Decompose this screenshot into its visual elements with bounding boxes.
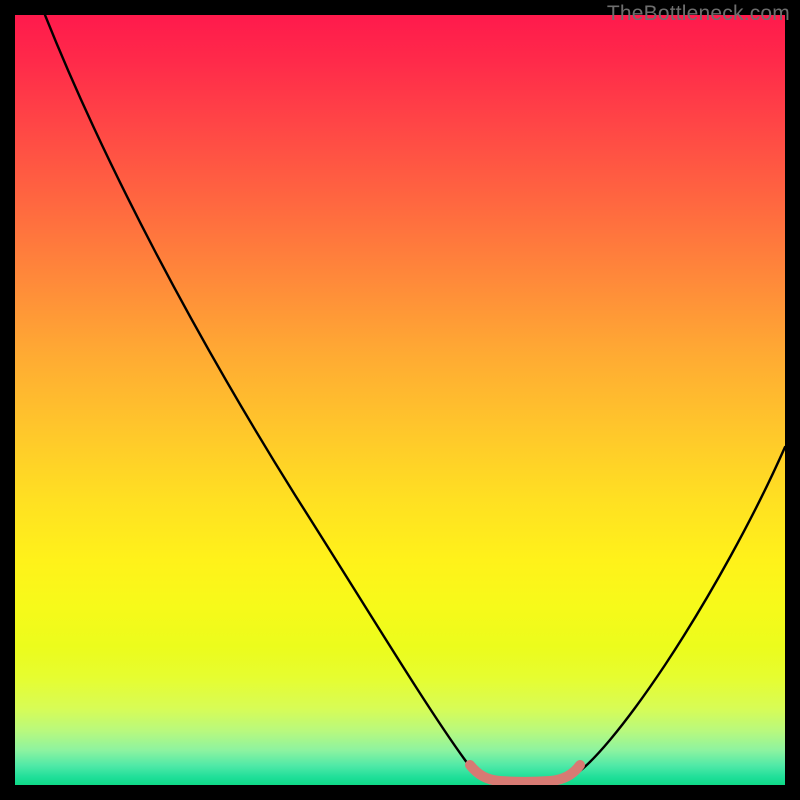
chart-stage: TheBottleneck.com xyxy=(0,0,800,800)
right-curve xyxy=(571,447,785,777)
valley-highlight xyxy=(470,765,580,782)
plot-area xyxy=(15,15,785,785)
curve-layer xyxy=(15,15,785,785)
watermark-text: TheBottleneck.com xyxy=(607,2,790,26)
left-curve xyxy=(45,15,483,778)
